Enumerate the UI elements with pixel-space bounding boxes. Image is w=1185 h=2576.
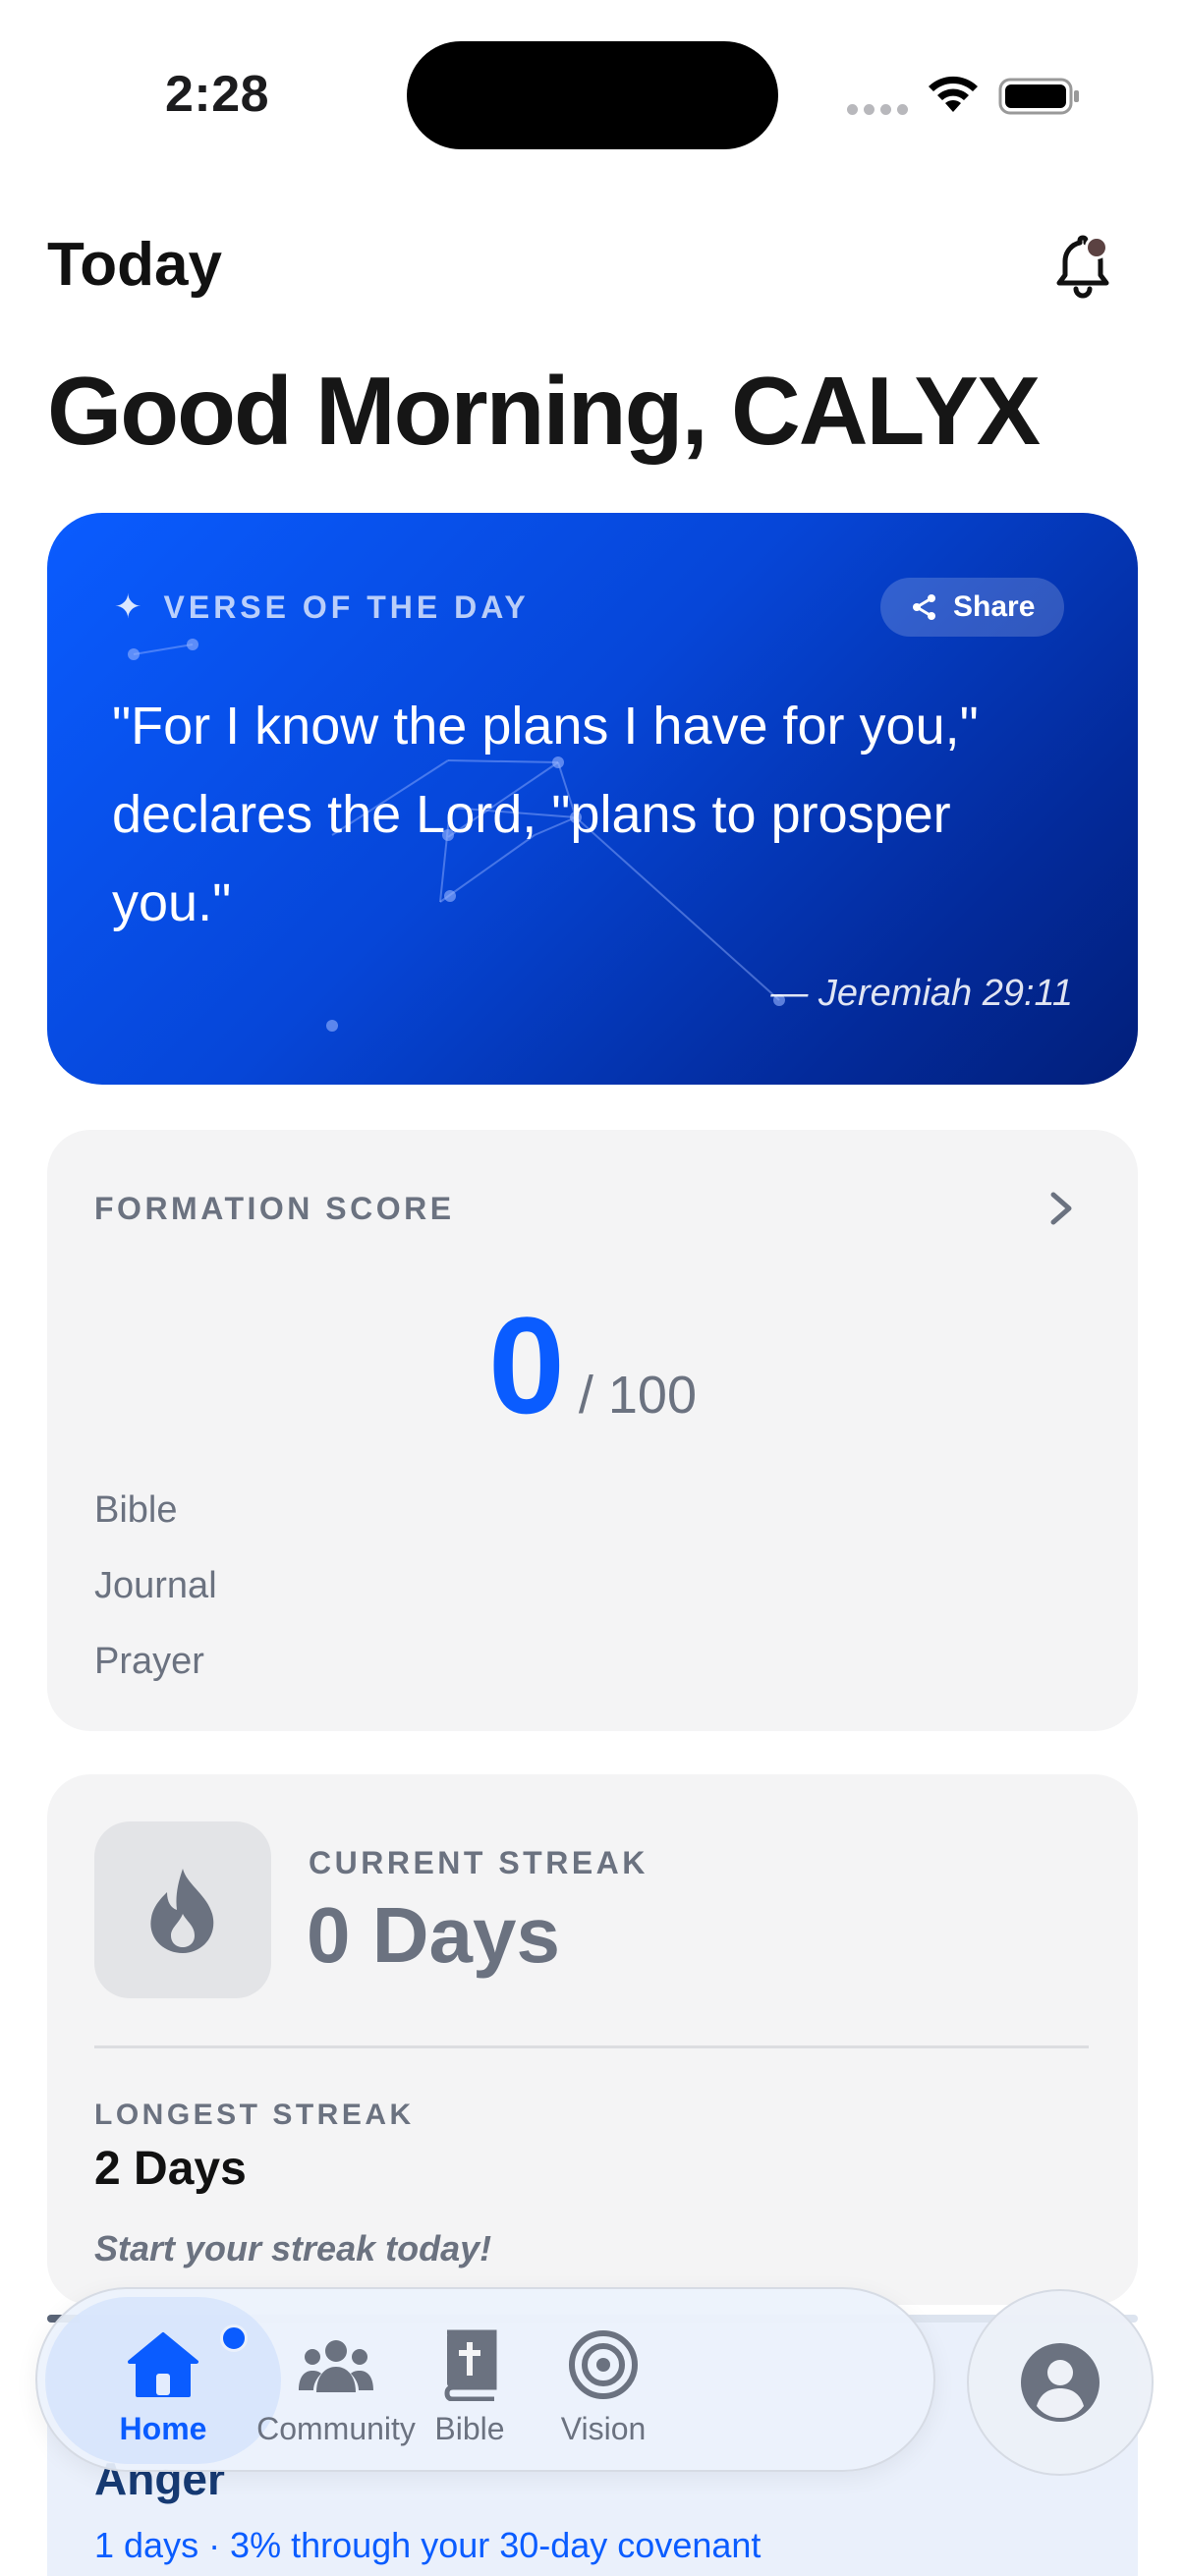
page-title: Today bbox=[47, 231, 222, 299]
dynamic-island bbox=[407, 41, 778, 149]
share-icon bbox=[913, 594, 935, 620]
tab-bar: Home Community Bible Vision bbox=[35, 2287, 935, 2472]
verse-card: ✦ VERSE OF THE DAY Share "For I know the… bbox=[47, 513, 1138, 1085]
formation-score-max: / 100 bbox=[578, 1366, 697, 1425]
target-icon bbox=[569, 2330, 638, 2399]
tab-vision-label: Vision bbox=[560, 2411, 647, 2446]
status-time: 2:28 bbox=[165, 66, 270, 123]
current-streak-label: CURRENT STREAK bbox=[309, 1845, 649, 1880]
verse-reference: — Jeremiah 29:11 bbox=[770, 973, 1073, 1014]
longest-streak-label: LONGEST STREAK bbox=[94, 2099, 415, 2131]
profile-button[interactable] bbox=[967, 2289, 1154, 2476]
streak-hint: Start your streak today! bbox=[94, 2228, 492, 2268]
bell-icon[interactable] bbox=[1047, 230, 1118, 301]
current-streak-value: 0 Days bbox=[307, 1891, 560, 1979]
tab-vision[interactable]: Vision bbox=[491, 2289, 715, 2474]
formation-score-label: FORMATION SCORE bbox=[94, 1191, 455, 1226]
chevron-right-icon[interactable] bbox=[1040, 1183, 1083, 1234]
formation-score-card[interactable]: FORMATION SCORE 0 / 100 Bible Journal Pr… bbox=[47, 1130, 1138, 1731]
flame-icon bbox=[150, 1869, 214, 1953]
home-icon bbox=[128, 2332, 198, 2397]
share-label: Share bbox=[953, 590, 1036, 623]
formation-row-prayer: Prayer bbox=[94, 1641, 204, 1682]
battery-icon bbox=[998, 78, 1079, 115]
greeting: Good Morning, CALYX bbox=[47, 357, 1041, 465]
sparkle-icon: ✦ bbox=[114, 588, 142, 626]
formation-row-journal: Journal bbox=[94, 1565, 217, 1606]
formation-score-value: 0 bbox=[488, 1288, 565, 1442]
status-bar: 2:28 bbox=[0, 0, 1185, 187]
covenant-subtitle: 1 days · 3% through your 30-day covenant bbox=[94, 2525, 762, 2565]
share-button[interactable]: Share bbox=[880, 578, 1065, 637]
flame-icon-box bbox=[94, 1821, 271, 1998]
verse-text: "For I know the plans I have for you," d… bbox=[112, 697, 979, 932]
verse-label: ✦ VERSE OF THE DAY bbox=[114, 588, 530, 627]
divider bbox=[94, 2045, 1089, 2048]
cellular-signal-icon bbox=[847, 104, 908, 115]
verse-label-text: VERSE OF THE DAY bbox=[163, 588, 530, 625]
longest-streak-value: 2 Days bbox=[94, 2143, 247, 2195]
formation-row-bible: Bible bbox=[94, 1489, 178, 1531]
tab-home-label: Home bbox=[119, 2411, 207, 2446]
wifi-icon bbox=[929, 76, 978, 112]
notification-badge bbox=[1085, 236, 1108, 259]
profile-icon bbox=[1021, 2343, 1100, 2422]
streak-card: CURRENT STREAK 0 Days LONGEST STREAK 2 D… bbox=[47, 1774, 1138, 2305]
formation-score-display: 0 / 100 bbox=[47, 1297, 1138, 1434]
